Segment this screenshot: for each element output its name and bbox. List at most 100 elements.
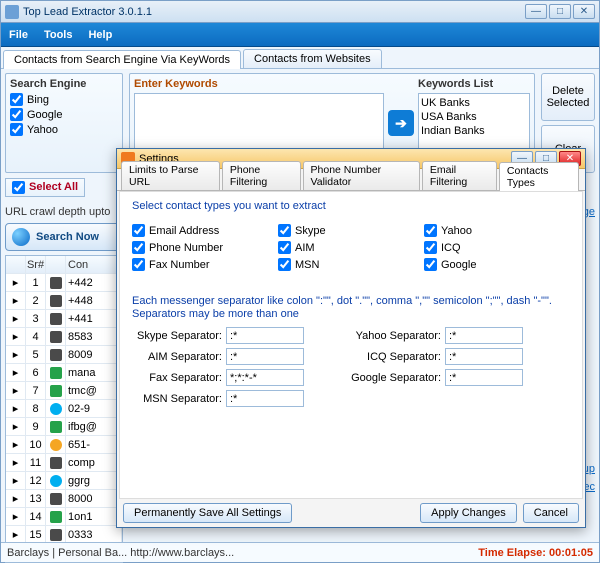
chk-bing[interactable]: Bing <box>10 93 118 106</box>
table-row[interactable]: ▸138000 <box>6 490 122 508</box>
sky-icon <box>50 403 62 415</box>
cell-contact: 8583 <box>66 328 122 345</box>
menu-help[interactable]: Help <box>88 29 112 41</box>
separator-note: Each messenger separator like colon ":""… <box>132 295 570 321</box>
menu-file[interactable]: File <box>9 29 28 41</box>
cell-contact: 0333 <box>66 526 122 543</box>
menu-tools[interactable]: Tools <box>44 29 73 41</box>
inp-yahoo-sep[interactable] <box>445 327 523 344</box>
inp-icq-sep[interactable] <box>445 348 523 365</box>
minimize-button[interactable]: — <box>525 4 547 19</box>
close-button[interactable]: ✕ <box>573 4 595 19</box>
status-elapsed: Time Elapse: 00:01:05 <box>478 547 593 559</box>
cell-contact: ifbg@ <box>66 418 122 435</box>
tab-websites[interactable]: Contacts from Websites <box>243 49 382 68</box>
search-engine-panel: Search Engine Bing Google Yahoo <box>5 73 123 173</box>
lbl-skype-sep: Skype Separator: <box>132 330 222 342</box>
sky-icon <box>50 475 62 487</box>
cell-sr: 6 <box>26 364 46 381</box>
lbl-msn-sep: MSN Separator: <box>132 393 222 405</box>
table-row[interactable]: ▸3+441 <box>6 310 122 328</box>
col-contact[interactable]: Con <box>66 256 122 273</box>
add-keyword-button[interactable]: ➔ <box>388 110 414 136</box>
select-all-checkbox[interactable]: Select All <box>5 178 85 197</box>
cell-contact: 651- <box>66 436 122 453</box>
chk-google[interactable]: Google <box>10 108 118 121</box>
keyword-item[interactable]: Indian Banks <box>421 124 527 138</box>
phone-icon <box>50 529 62 541</box>
keyword-item[interactable]: USA Banks <box>421 110 527 124</box>
lbl-google-sep: Google Separator: <box>351 372 441 384</box>
cell-contact: 8000 <box>66 490 122 507</box>
globe-icon <box>12 228 30 246</box>
tab-phone-validator[interactable]: Phone Number Validator <box>303 161 420 190</box>
inp-google-sep[interactable] <box>445 369 523 386</box>
save-all-button[interactable]: Permanently Save All Settings <box>123 503 292 523</box>
mail-icon <box>50 421 62 433</box>
cell-sr: 9 <box>26 418 46 435</box>
table-row[interactable]: ▸10651- <box>6 436 122 454</box>
cell-sr: 3 <box>26 310 46 327</box>
apply-button[interactable]: Apply Changes <box>420 503 517 523</box>
maximize-button[interactable]: □ <box>549 4 571 19</box>
mail-icon <box>50 385 62 397</box>
chk-google-type[interactable]: Google <box>424 258 570 271</box>
main-tabs: Contacts from Search Engine Via KeyWords… <box>1 47 599 69</box>
chk-fax[interactable]: Fax Number <box>132 258 278 271</box>
table-row[interactable]: ▸1+442 <box>6 274 122 292</box>
lbl-aim-sep: AIM Separator: <box>132 351 222 363</box>
col-sr[interactable]: Sr# <box>26 256 46 273</box>
chk-aim[interactable]: AIM <box>278 241 424 254</box>
inp-msn-sep[interactable] <box>226 390 304 407</box>
grid-header: Sr# Con <box>6 256 122 274</box>
chk-icq[interactable]: ICQ <box>424 241 570 254</box>
table-row[interactable]: ▸9ifbg@ <box>6 418 122 436</box>
lbl-fax-sep: Fax Separator: <box>132 372 222 384</box>
phone-icon <box>50 313 62 325</box>
table-row[interactable]: ▸48583 <box>6 328 122 346</box>
phone-icon <box>50 457 62 469</box>
tab-email-filter[interactable]: Email Filtering <box>422 161 497 190</box>
tab-limits[interactable]: Limits to Parse URL <box>121 161 220 190</box>
chk-msn[interactable]: MSN <box>278 258 424 271</box>
chk-phone[interactable]: Phone Number <box>132 241 278 254</box>
inp-aim-sep[interactable] <box>226 348 304 365</box>
titlebar: Top Lead Extractor 3.0.1.1 — □ ✕ <box>1 1 599 23</box>
table-row[interactable]: ▸58009 <box>6 346 122 364</box>
results-grid: Sr# Con ▸1+442▸2+448▸3+441▸48583▸58009▸6… <box>5 255 123 563</box>
tab-search-engine[interactable]: Contacts from Search Engine Via KeyWords <box>3 50 241 69</box>
table-row[interactable]: ▸11comp <box>6 454 122 472</box>
menubar: File Tools Help <box>1 23 599 47</box>
cell-sr: 8 <box>26 400 46 417</box>
phone-icon <box>50 295 62 307</box>
table-row[interactable]: ▸802-9 <box>6 400 122 418</box>
dialog-footer: Permanently Save All Settings Apply Chan… <box>117 499 585 527</box>
table-row[interactable]: ▸12ggrg <box>6 472 122 490</box>
cancel-button[interactable]: Cancel <box>523 503 579 523</box>
cell-sr: 5 <box>26 346 46 363</box>
chk-skype[interactable]: Skype <box>278 224 424 237</box>
table-row[interactable]: ▸141on1 <box>6 508 122 526</box>
inp-skype-sep[interactable] <box>226 327 304 344</box>
chk-yahoo[interactable]: Yahoo <box>10 123 118 136</box>
cell-sr: 15 <box>26 526 46 543</box>
table-row[interactable]: ▸7tmc@ <box>6 382 122 400</box>
tab-phone-filter[interactable]: Phone Filtering <box>222 161 301 190</box>
keyword-item[interactable]: UK Banks <box>421 96 527 110</box>
tab-contacts-types[interactable]: Contacts Types <box>499 162 579 191</box>
chk-email[interactable]: Email Address <box>132 224 278 237</box>
mail-icon <box>50 511 62 523</box>
table-row[interactable]: ▸2+448 <box>6 292 122 310</box>
table-row[interactable]: ▸6mana <box>6 364 122 382</box>
cell-contact: mana <box>66 364 122 381</box>
cell-sr: 11 <box>26 454 46 471</box>
chk-yahoo[interactable]: Yahoo <box>424 224 570 237</box>
cell-contact: 1on1 <box>66 508 122 525</box>
phone-icon <box>50 493 62 505</box>
settings-dialog: Settings — □ ✕ Limits to Parse URL Phone… <box>116 148 586 528</box>
inp-fax-sep[interactable] <box>226 369 304 386</box>
cell-sr: 1 <box>26 274 46 291</box>
search-now-button[interactable]: Search Now <box>5 223 123 251</box>
delete-selected-button[interactable]: Delete Selected <box>541 73 595 121</box>
cell-sr: 10 <box>26 436 46 453</box>
